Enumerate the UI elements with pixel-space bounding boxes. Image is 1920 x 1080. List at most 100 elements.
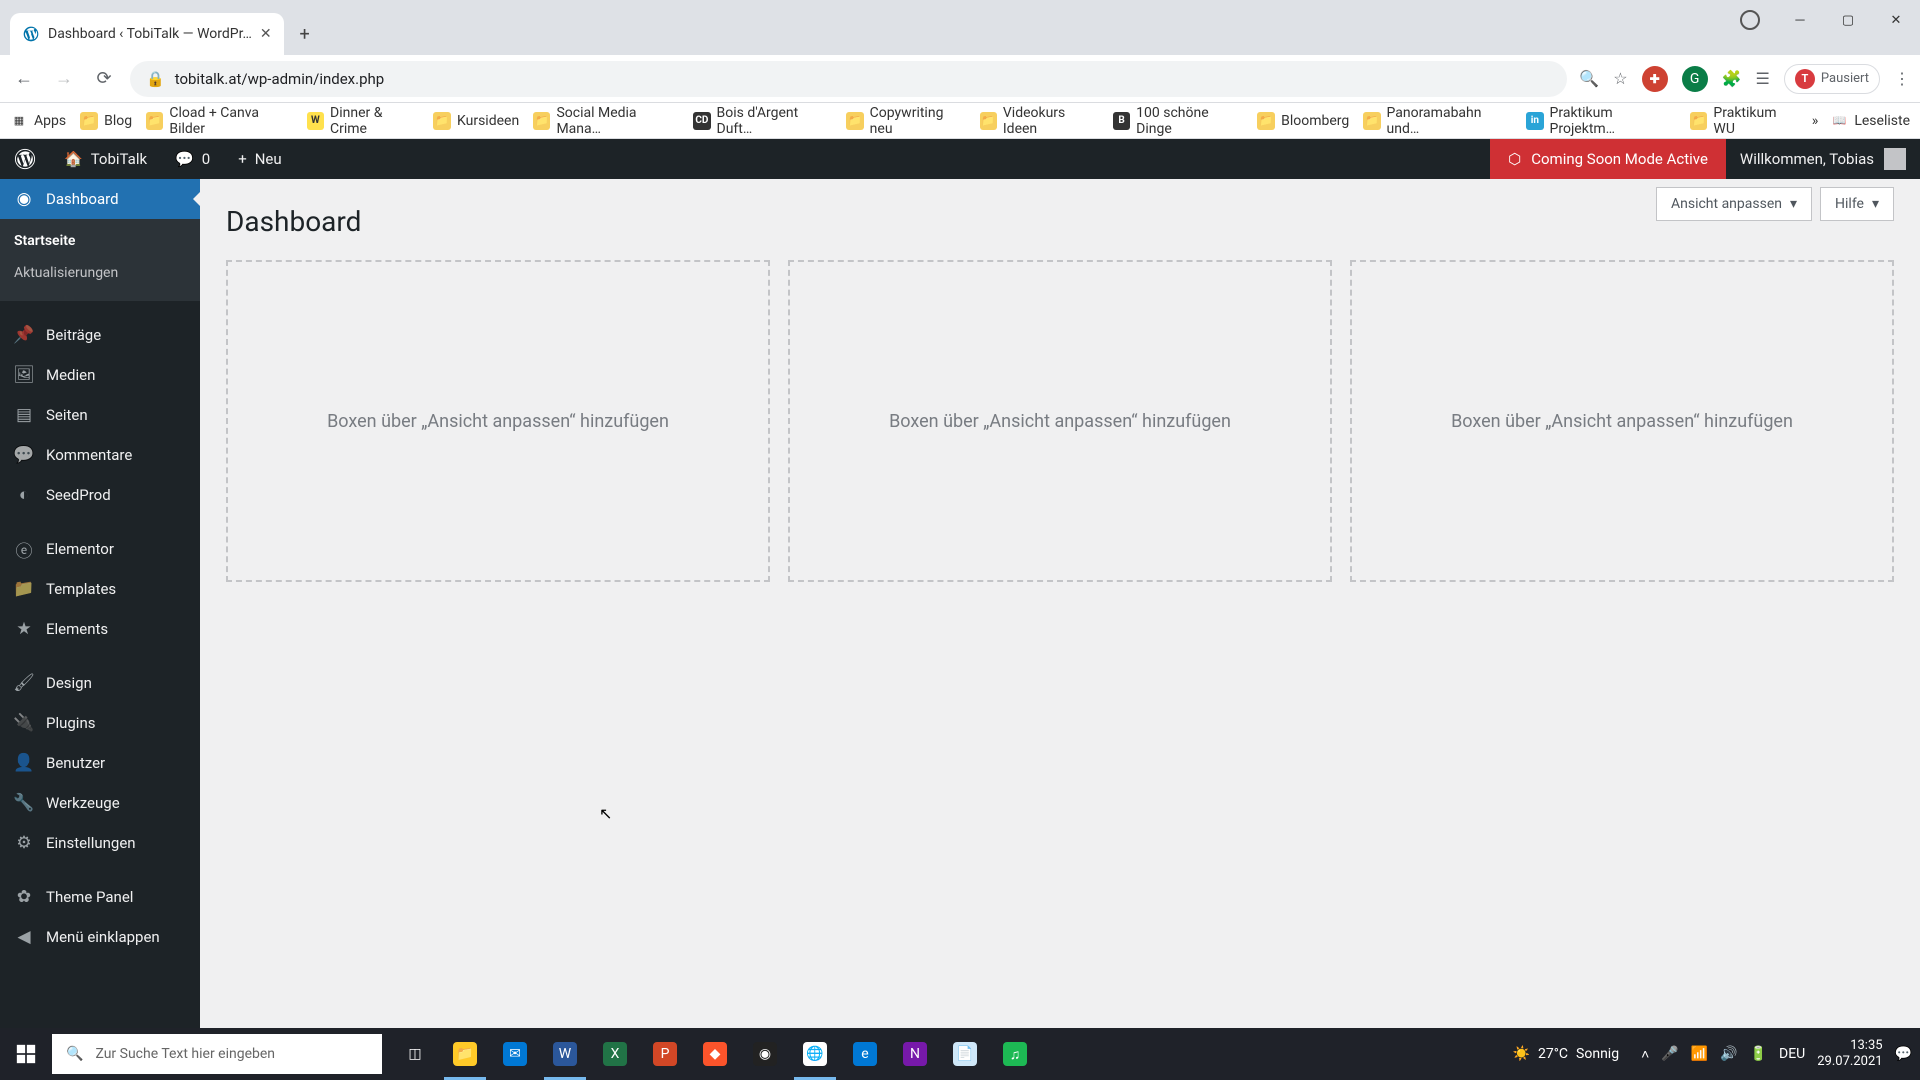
dashboard-box-placeholder[interactable]: Boxen über „Ansicht anpassen“ hinzufügen: [1350, 260, 1894, 582]
url-text: tobitalk.at/wp-admin/index.php: [175, 70, 385, 88]
bookmark-star-icon[interactable]: ☆: [1613, 69, 1627, 88]
zoom-icon[interactable]: 🔍: [1579, 69, 1599, 88]
chrome-account-indicator[interactable]: [1740, 10, 1760, 30]
taskbar-app-brave[interactable]: ◆: [690, 1028, 740, 1080]
apps-shortcut[interactable]: ▦ Apps: [10, 112, 66, 130]
reading-list-button[interactable]: 📖 Leseliste: [1830, 112, 1910, 130]
sidebar-item-elements[interactable]: ★Elements: [0, 609, 200, 649]
sidebar-item-plugins[interactable]: 🔌Plugins: [0, 703, 200, 743]
sidebar-item-posts[interactable]: 📌Beiträge: [0, 315, 200, 355]
taskbar-app-notepad[interactable]: 📄: [940, 1028, 990, 1080]
sidebar-item-settings[interactable]: ⚙Einstellungen: [0, 823, 200, 863]
tray-notifications-icon[interactable]: 💬: [1895, 1046, 1912, 1062]
taskbar-app-spotify[interactable]: ♫: [990, 1028, 1040, 1080]
tray-mic-icon[interactable]: 🎤: [1661, 1046, 1678, 1062]
folder-icon: 📁: [1690, 112, 1707, 130]
bookmark-item[interactable]: inPraktikum Projektm…: [1526, 105, 1676, 137]
wp-logo[interactable]: [0, 139, 50, 179]
bookmark-item[interactable]: 📁Blog: [80, 112, 132, 130]
bookmark-item[interactable]: WDinner & Crime: [307, 105, 419, 137]
tray-wifi-icon[interactable]: 📶: [1691, 1046, 1708, 1062]
sidebar-item-users[interactable]: 👤Benutzer: [0, 743, 200, 783]
taskbar-app-mail[interactable]: ✉: [490, 1028, 540, 1080]
browser-tab-active[interactable]: Dashboard ‹ TobiTalk — WordPr… ✕: [10, 13, 284, 55]
coming-soon-badge[interactable]: ⬡ Coming Soon Mode Active: [1490, 139, 1726, 179]
bookmark-item[interactable]: 📁Panoramabahn und…: [1363, 105, 1512, 137]
sun-icon: ☀️: [1513, 1046, 1530, 1062]
collapse-icon: ◀: [14, 927, 34, 947]
seedprod-icon: ◐: [14, 485, 34, 505]
screen-options-button[interactable]: Ansicht anpassen▾: [1656, 187, 1812, 221]
reading-list-icon[interactable]: ☰: [1756, 69, 1770, 88]
sidebar-item-seedprod[interactable]: ◐SeedProd: [0, 475, 200, 515]
new-content-link[interactable]: + Neu: [224, 139, 295, 179]
media-icon: 🖼: [14, 365, 34, 385]
task-view-button[interactable]: ◫: [390, 1028, 440, 1080]
bookmark-item[interactable]: 📁Copywriting neu: [846, 105, 965, 137]
sidebar-sub-updates[interactable]: Aktualisierungen: [0, 257, 200, 289]
address-bar[interactable]: 🔒 tobitalk.at/wp-admin/index.php: [130, 61, 1567, 97]
sidebar-item-elementor[interactable]: ⓔElementor: [0, 529, 200, 569]
sidebar-collapse[interactable]: ◀Menü einklappen: [0, 917, 200, 957]
sidebar-item-themepanel[interactable]: ✿Theme Panel: [0, 877, 200, 917]
taskbar-app-excel[interactable]: X: [590, 1028, 640, 1080]
bookmark-item[interactable]: B100 schöne Dinge: [1113, 105, 1243, 137]
extension-adblock-icon[interactable]: ✚: [1642, 66, 1668, 92]
taskbar-search[interactable]: 🔍 Zur Suche Text hier eingeben: [52, 1034, 382, 1074]
wrench-icon: 🔧: [14, 793, 34, 813]
window-maximize[interactable]: ▢: [1824, 0, 1872, 40]
dashboard-icon: ◉: [14, 189, 34, 209]
taskbar-app-onenote[interactable]: N: [890, 1028, 940, 1080]
nav-reload-button[interactable]: ⟳: [90, 65, 118, 93]
bookmark-item[interactable]: 📁Videokurs Ideen: [980, 105, 1099, 137]
taskbar-app-word[interactable]: W: [540, 1028, 590, 1080]
window-minimize[interactable]: ─: [1776, 0, 1824, 40]
taskbar-app-edge[interactable]: e: [840, 1028, 890, 1080]
user-greeting[interactable]: Willkommen, Tobias: [1726, 148, 1920, 170]
taskbar-app-explorer[interactable]: 📁: [440, 1028, 490, 1080]
taskbar-app-chrome[interactable]: 🌐: [790, 1028, 840, 1080]
comments-link[interactable]: 💬 0: [161, 139, 224, 179]
tray-volume-icon[interactable]: 🔊: [1720, 1046, 1737, 1062]
extension-grammarly-icon[interactable]: G: [1682, 66, 1708, 92]
bookmark-item[interactable]: 📁Kursideen: [433, 112, 519, 130]
bookmarks-overflow-icon[interactable]: »: [1812, 113, 1819, 129]
taskbar-app-powerpoint[interactable]: P: [640, 1028, 690, 1080]
profile-paused-chip[interactable]: T Pausiert: [1784, 64, 1880, 94]
sidebar-item-media[interactable]: 🖼Medien: [0, 355, 200, 395]
tray-language[interactable]: DEU: [1779, 1046, 1805, 1062]
taskbar-app-obs[interactable]: ◉: [740, 1028, 790, 1080]
nav-back-button[interactable]: ←: [10, 65, 38, 93]
tray-battery-icon[interactable]: 🔋: [1750, 1046, 1767, 1062]
bookmark-item[interactable]: CDBois d'Argent Duft…: [693, 105, 832, 137]
taskbar-weather[interactable]: ☀️ 27°C Sonnig: [1513, 1046, 1620, 1062]
help-button[interactable]: Hilfe▾: [1820, 187, 1894, 221]
sidebar-item-appearance[interactable]: 🖌Design: [0, 663, 200, 703]
page-title: Dashboard: [226, 179, 1894, 260]
dashboard-box-placeholder[interactable]: Boxen über „Ansicht anpassen“ hinzufügen: [788, 260, 1332, 582]
sidebar-item-templates[interactable]: 📁Templates: [0, 569, 200, 609]
folder-icon: 📁: [14, 579, 34, 599]
sidebar-item-pages[interactable]: ▤Seiten: [0, 395, 200, 435]
start-button[interactable]: [0, 1028, 52, 1080]
chrome-menu-icon[interactable]: ⋮: [1894, 69, 1910, 88]
bookmark-item[interactable]: 📁Praktikum WU: [1690, 105, 1798, 137]
extensions-puzzle-icon[interactable]: 🧩: [1722, 69, 1742, 88]
search-icon: 🔍: [66, 1046, 83, 1062]
bookmark-item[interactable]: 📁Cload + Canva Bilder: [146, 105, 293, 137]
site-name-link[interactable]: 🏠 TobiTalk: [50, 139, 161, 179]
bookmark-item[interactable]: 📁Social Media Mana…: [533, 105, 679, 137]
admin-sidebar: ◉ Dashboard Startseite Aktualisierungen …: [0, 179, 200, 1028]
tray-chevron-icon[interactable]: ˄: [1641, 1046, 1649, 1063]
folder-icon: 📁: [433, 112, 451, 130]
new-tab-button[interactable]: +: [290, 19, 320, 49]
window-close[interactable]: ✕: [1872, 0, 1920, 40]
tab-close-icon[interactable]: ✕: [260, 26, 272, 42]
bookmark-item[interactable]: 📁Bloomberg: [1257, 112, 1349, 130]
taskbar-clock[interactable]: 13:35 29.07.2021: [1817, 1038, 1882, 1071]
sidebar-item-tools[interactable]: 🔧Werkzeuge: [0, 783, 200, 823]
sidebar-sub-home[interactable]: Startseite: [0, 225, 200, 257]
sidebar-item-comments[interactable]: 💬Kommentare: [0, 435, 200, 475]
dashboard-box-placeholder[interactable]: Boxen über „Ansicht anpassen“ hinzufügen: [226, 260, 770, 582]
sidebar-item-dashboard[interactable]: ◉ Dashboard: [0, 179, 200, 219]
